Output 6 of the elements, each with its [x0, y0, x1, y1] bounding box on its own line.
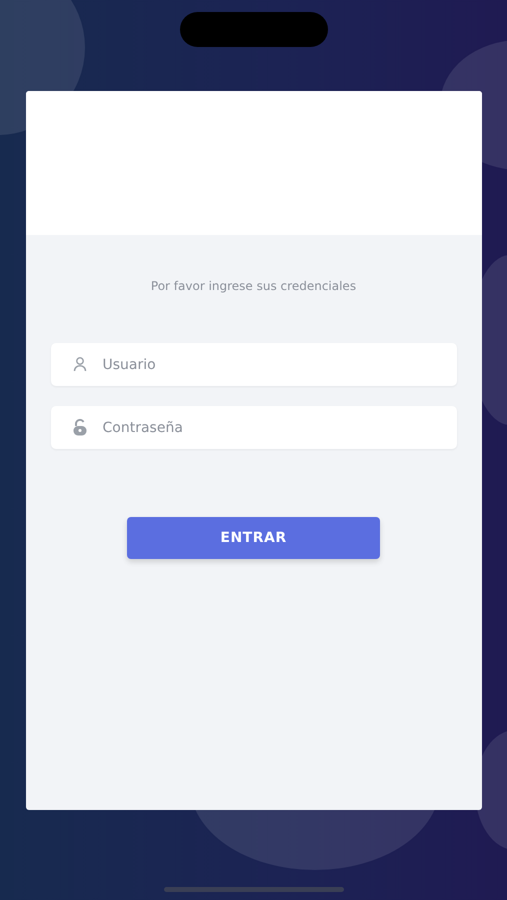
input-field[interactable]: Contraseña	[50, 406, 456, 449]
lock-icon	[72, 419, 88, 436]
user-icon	[72, 356, 88, 372]
input-field[interactable]: Usuario	[50, 343, 456, 386]
login-button[interactable]: ENTRAR	[127, 517, 380, 559]
prompt-text: Por favor ingrese sus credenciales	[150, 279, 356, 293]
